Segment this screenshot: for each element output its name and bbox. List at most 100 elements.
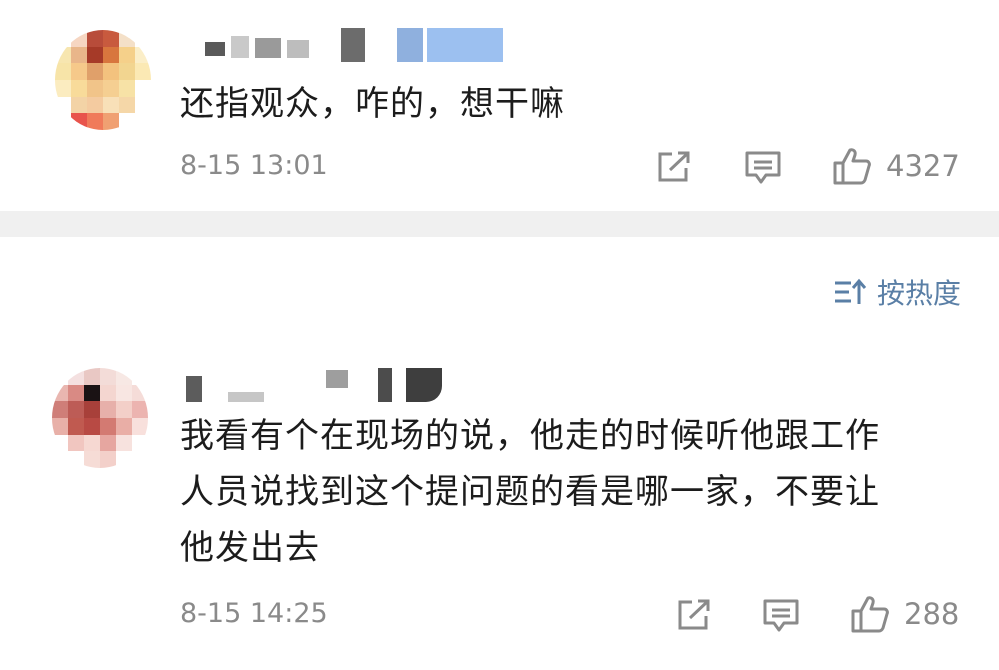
share-button[interactable] [656,150,692,184]
avatar-pixel [71,79,87,97]
avatar-pixel [135,79,151,97]
avatar-pixel [132,384,148,402]
thumbs-up-icon [851,596,889,633]
avatar-pixel [52,368,68,385]
avatar[interactable] [55,30,151,130]
avatar-pixel [55,46,71,64]
avatar-pixel [87,79,103,97]
avatar-pixel [135,63,151,80]
avatar-pixel [52,451,68,468]
avatar-pixel [71,96,87,114]
avatar-pixel [116,451,132,468]
avatar-pixel [71,63,87,80]
avatar-pixel [103,96,119,114]
avatar-pixel [119,79,135,97]
avatar-pixel [71,46,87,64]
avatar-pixel [84,417,100,435]
avatar-pixel [68,401,84,418]
avatar-pixel [119,63,135,80]
avatar-pixel [84,384,100,402]
avatar-pixel [84,451,100,468]
share-icon [678,599,710,630]
avatar-pixel [87,96,103,114]
avatar-pixel [116,384,132,402]
avatar-pixel [68,417,84,435]
avatar-pixel [132,417,148,435]
avatar-pixel [116,434,132,452]
avatar-pixel [135,30,151,47]
avatar-pixel [132,434,148,452]
section-divider [0,211,999,237]
avatar-pixel [55,30,71,47]
avatar-pixel [103,30,119,47]
avatar-pixel [87,46,103,64]
sort-icon [834,278,867,304]
avatar-pixel [55,113,71,130]
comment-timestamp: 8-15 14:25 [180,598,328,629]
username-blurred[interactable] [182,368,452,402]
avatar-pixel [103,63,119,80]
avatar-pixel [100,384,116,402]
avatar-pixel [68,451,84,468]
comment-icon [763,599,799,632]
avatar-pixel [116,417,132,435]
comment-text: 我看有个在现场的说，他走的时候听他跟工作 人员说找到这个提问题的看是哪一家，不要… [180,416,880,568]
avatar-pixel [55,96,71,114]
avatar-pixel [52,401,68,418]
avatar-pixel [100,434,116,452]
avatar-pixel [55,63,71,80]
comment-item: 我看有个在现场的说，他走的时候听他跟工作 人员说找到这个提问题的看是哪一家，不要… [0,340,999,670]
like-button[interactable]: 288 [850,594,959,634]
avatar-pixel [52,434,68,452]
avatar-pixel [119,46,135,64]
avatar-pixel [100,401,116,418]
avatar-pixel [84,434,100,452]
avatar-pixel [52,384,68,402]
avatar-pixel [132,451,148,468]
comment-item: 还指观众，咋的，想干嘛 8-15 13:01 4327 [0,0,999,211]
avatar-pixel [87,63,103,80]
username-blurred[interactable] [205,28,505,62]
avatar[interactable] [52,368,148,468]
comment-timestamp: 8-15 13:01 [180,150,328,181]
avatar-pixel [116,401,132,418]
avatar-pixel [132,401,148,418]
avatar-pixel [71,30,87,47]
avatar-pixel [84,368,100,385]
avatar-pixel [68,434,84,452]
avatar-pixel [135,46,151,64]
comment-text: 还指观众，咋的，想干嘛 [180,84,565,124]
avatar-pixel [103,113,119,130]
avatar-pixel [87,30,103,47]
avatar-pixel [103,79,119,97]
avatar-pixel [119,113,135,130]
avatar-pixel [87,113,103,130]
share-icon [658,151,690,182]
sort-by-hot-button[interactable]: 按热度 [833,272,961,312]
sort-label: 按热度 [876,277,961,310]
avatar-pixel [119,30,135,47]
avatar-pixel [68,384,84,402]
avatar-pixel [132,368,148,385]
avatar-pixel [68,368,84,385]
avatar-pixel [55,79,71,97]
thumbs-up-icon [833,148,871,185]
avatar-pixel [103,46,119,64]
avatar-pixel [100,451,116,468]
avatar-pixel [135,96,151,114]
avatar-pixel [84,401,100,418]
comment-button[interactable] [762,598,800,634]
avatar-pixel [135,113,151,130]
avatar-pixel [52,417,68,435]
avatar-pixel [100,368,116,385]
avatar-pixel [71,113,87,130]
avatar-pixel [119,96,135,114]
like-button[interactable]: 4327 [832,146,960,186]
like-count: 288 [904,597,960,631]
avatar-pixel [116,368,132,385]
avatar-pixel [100,417,116,435]
comment-button[interactable] [744,150,782,186]
comment-icon [745,151,781,184]
share-button[interactable] [676,598,712,632]
like-count: 4327 [886,149,960,183]
